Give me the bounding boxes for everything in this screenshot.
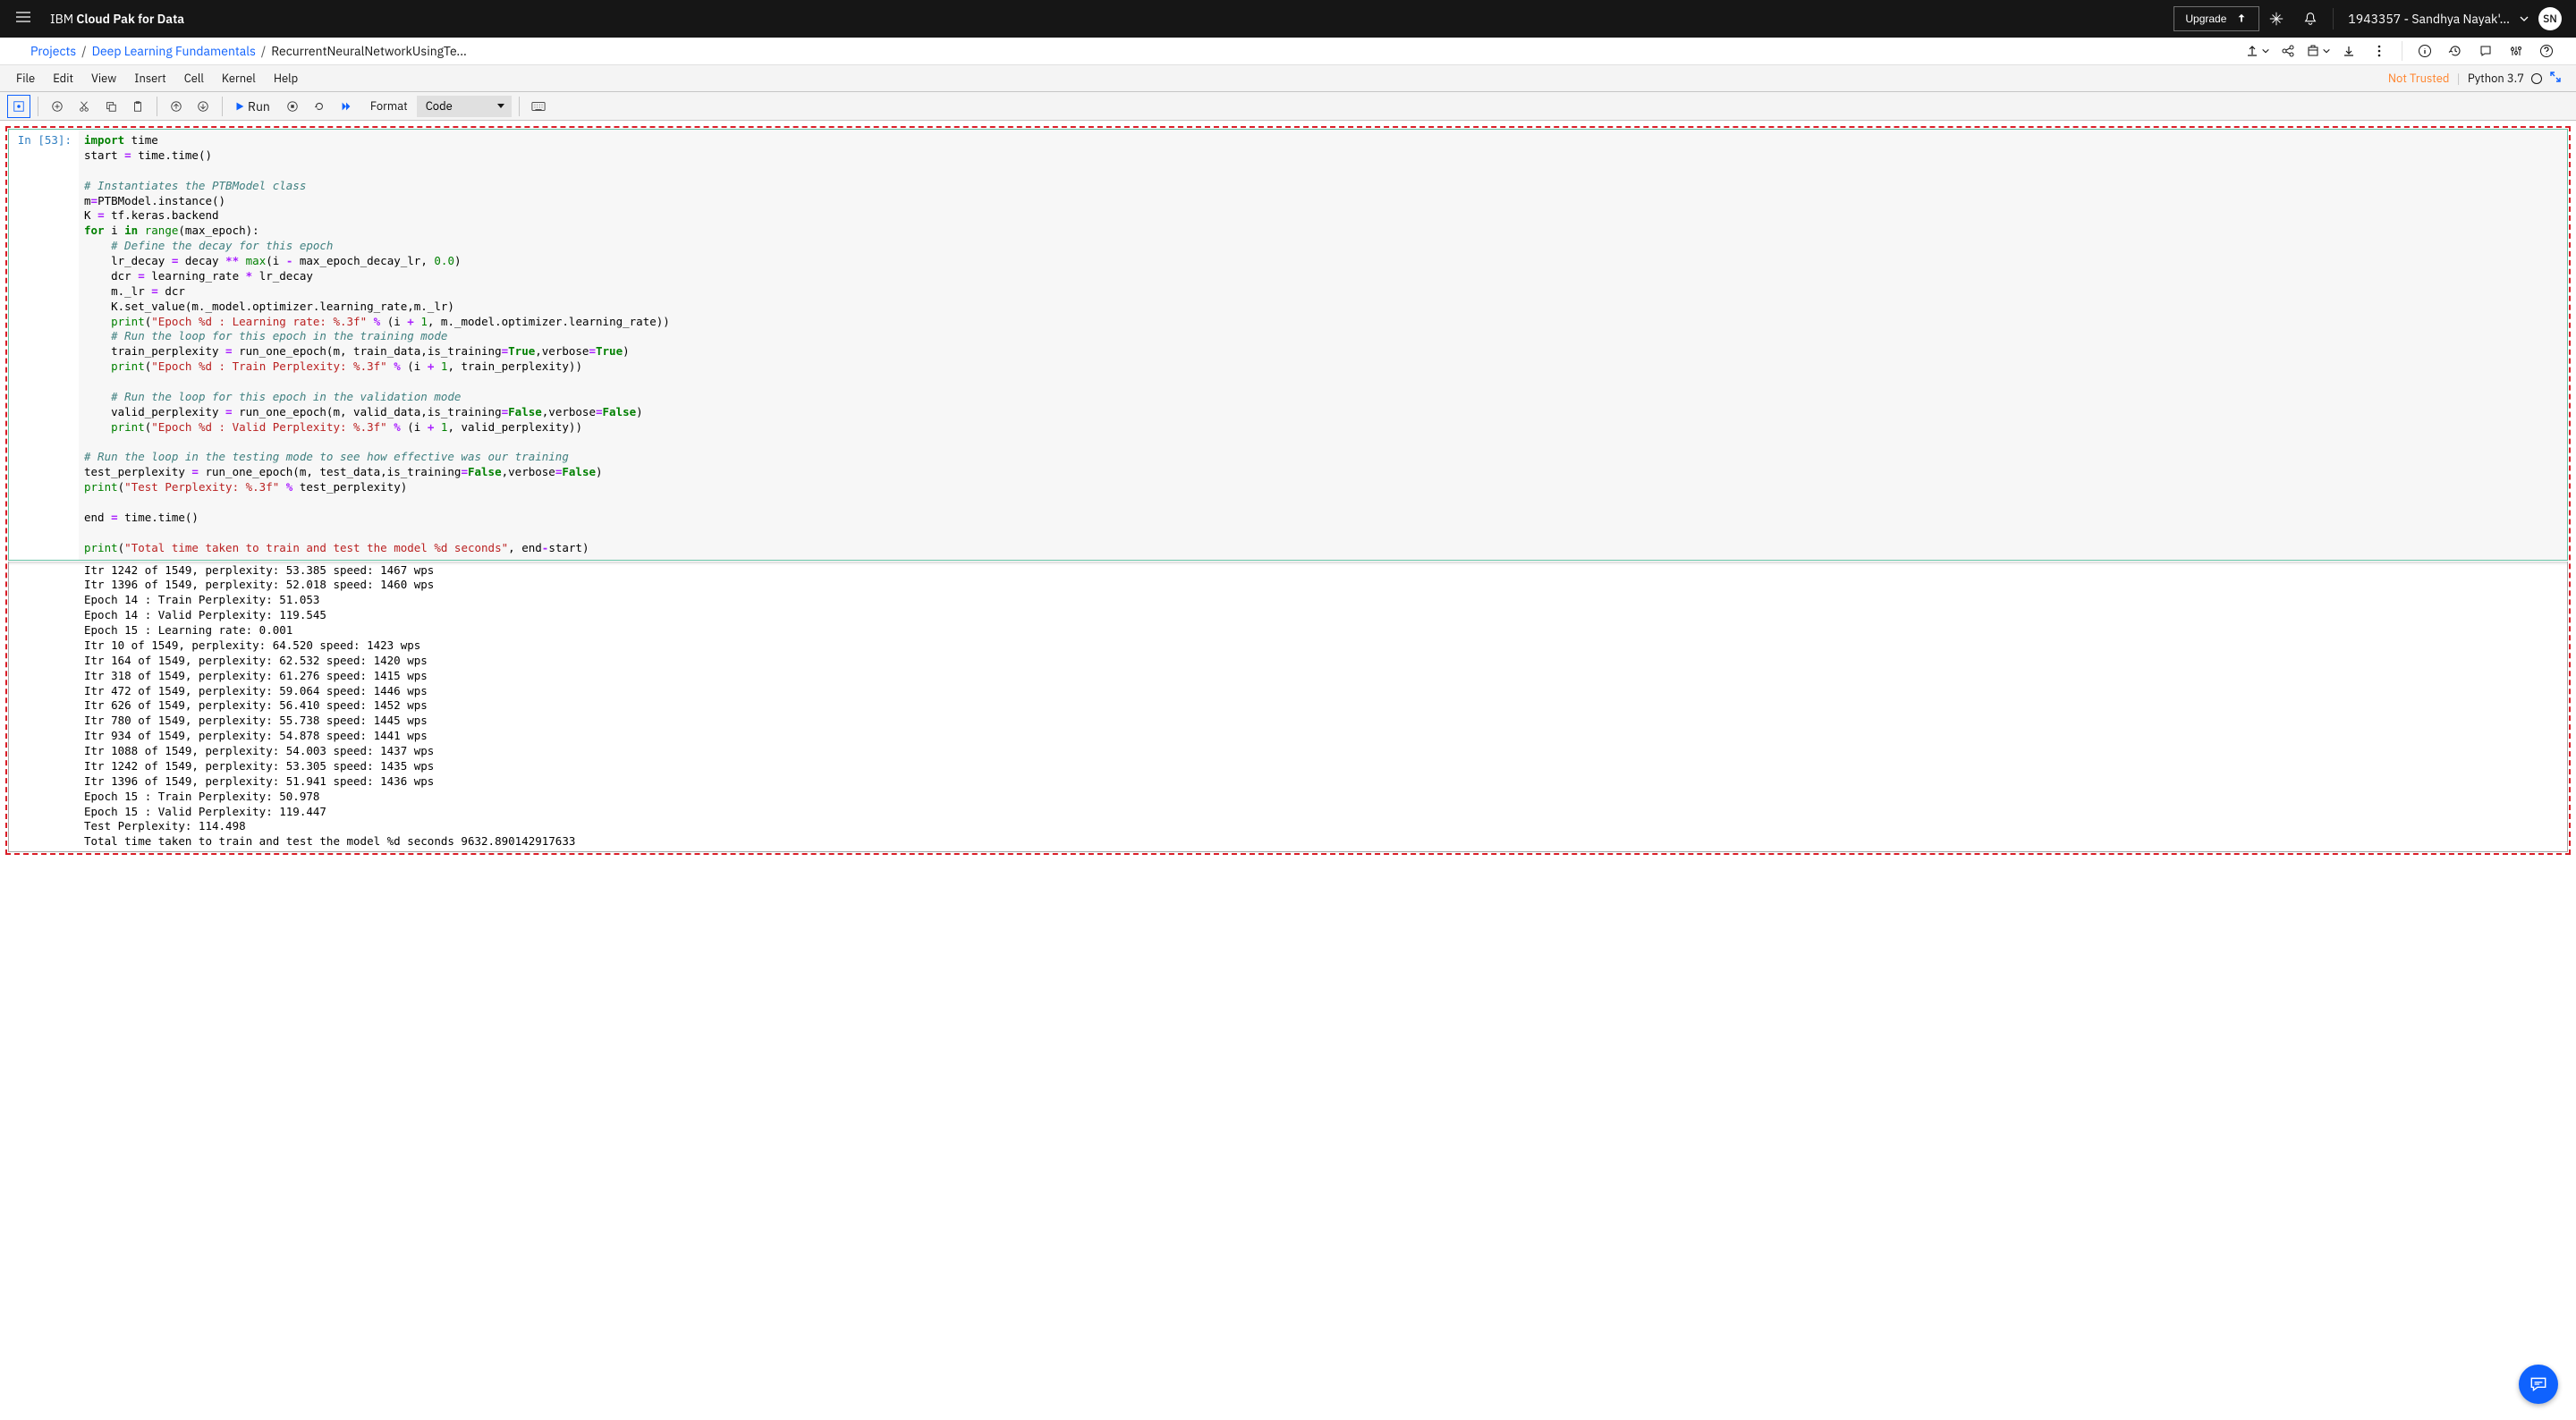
restart-icon[interactable] <box>308 95 331 118</box>
highlighted-region: In [53]: import time start = time.time()… <box>5 126 2571 855</box>
user-label: 1943357 - Sandhya Nayak'... <box>2348 11 2510 27</box>
breadcrumb-bar: Projects / Deep Learning Fundamentals / … <box>0 38 2576 65</box>
feedback-fab-icon[interactable] <box>2519 1365 2558 1404</box>
cut-icon[interactable] <box>72 95 96 118</box>
crumb-current: RecurrentNeuralNetworkUsingTe... <box>271 43 467 59</box>
menu-view[interactable]: View <box>82 67 125 89</box>
menu-help[interactable]: Help <box>265 67 307 89</box>
move-down-icon[interactable] <box>191 95 215 118</box>
menu-kernel[interactable]: Kernel <box>213 67 265 89</box>
chat-icon[interactable] <box>2470 36 2501 66</box>
menu-file[interactable]: File <box>7 67 44 89</box>
history-icon[interactable] <box>2440 36 2470 66</box>
kernel-status-icon <box>2531 73 2542 84</box>
crumb-project[interactable]: Deep Learning Fundamentals <box>92 43 256 59</box>
cell-output: Itr 1242 of 1549, perplexity: 53.385 spe… <box>79 562 2567 852</box>
not-trusted-label[interactable]: Not Trusted <box>2388 71 2450 86</box>
fullscreen-icon[interactable] <box>2549 71 2562 87</box>
help-icon[interactable] <box>2531 36 2562 66</box>
settings-panel-icon[interactable] <box>2501 36 2531 66</box>
code-cell[interactable]: In [53]: import time start = time.time()… <box>8 129 2568 561</box>
code-editor[interactable]: import time start = time.time() # Instan… <box>79 130 2567 560</box>
info-icon[interactable] <box>2410 36 2440 66</box>
save-icon[interactable] <box>7 95 30 118</box>
keyboard-icon[interactable] <box>527 95 550 118</box>
breadcrumb: Projects / Deep Learning Fundamentals / … <box>30 43 467 59</box>
restart-run-all-icon[interactable] <box>335 95 358 118</box>
notebook-area: In [53]: import time start = time.time()… <box>0 121 2576 864</box>
notifications-icon[interactable] <box>2293 2 2327 36</box>
kernel-name[interactable]: Python 3.7 <box>2468 71 2524 86</box>
menu-insert[interactable]: Insert <box>125 67 174 89</box>
move-up-icon[interactable] <box>165 95 188 118</box>
chevron-down-icon <box>2519 13 2529 24</box>
crumb-projects[interactable]: Projects <box>30 43 76 59</box>
brand-label: IBM Cloud Pak for Data <box>50 11 184 27</box>
cell-prompt: In [53]: <box>9 130 79 560</box>
data-services-icon[interactable] <box>2259 2 2293 36</box>
toolbar: Run Format Code <box>0 92 2576 121</box>
menu-edit[interactable]: Edit <box>44 67 82 89</box>
copy-icon[interactable] <box>99 95 123 118</box>
share-icon[interactable] <box>2273 36 2303 66</box>
menu-cell[interactable]: Cell <box>175 67 213 89</box>
run-button[interactable]: Run <box>230 97 277 116</box>
avatar[interactable]: SN <box>2538 7 2562 30</box>
cell-type-select[interactable]: Code <box>417 96 512 117</box>
output-cell: Itr 1242 of 1549, perplexity: 53.385 spe… <box>8 562 2568 853</box>
user-menu[interactable]: 1943357 - Sandhya Nayak'... <box>2339 11 2538 27</box>
upload-icon[interactable] <box>2242 36 2273 66</box>
jobs-icon[interactable] <box>2303 36 2334 66</box>
format-label: Format <box>361 98 413 114</box>
paste-icon[interactable] <box>126 95 149 118</box>
menu-icon[interactable] <box>14 8 32 30</box>
upgrade-button[interactable]: Upgrade <box>2174 6 2259 31</box>
app-header: IBM Cloud Pak for Data Upgrade 1943357 -… <box>0 0 2576 38</box>
download-icon[interactable] <box>2334 36 2364 66</box>
add-cell-icon[interactable] <box>46 95 69 118</box>
menubar: File Edit View Insert Cell Kernel Help N… <box>0 65 2576 92</box>
overflow-menu-icon[interactable] <box>2364 36 2394 66</box>
interrupt-icon[interactable] <box>281 95 304 118</box>
